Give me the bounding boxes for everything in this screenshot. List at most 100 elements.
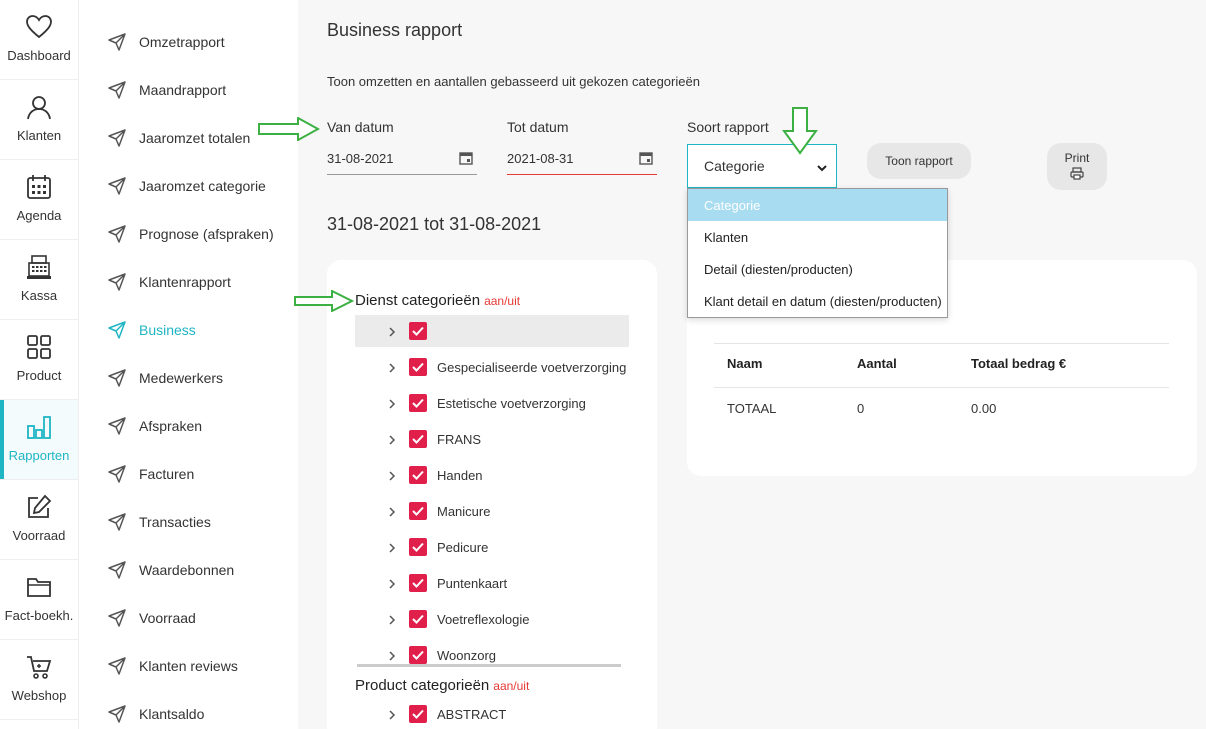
- send-icon: [107, 272, 127, 292]
- category-checkbox[interactable]: [409, 466, 427, 484]
- rail-item-webshop[interactable]: Webshop: [0, 640, 78, 720]
- send-icon: [107, 32, 127, 52]
- dropdown-option[interactable]: Klanten: [688, 221, 947, 253]
- main-nav-rail: Dashboard Klanten Agenda Kassa Product R…: [0, 0, 79, 729]
- column-header-aantal: Aantal: [857, 356, 897, 371]
- to-date-value: 2021-08-31: [507, 151, 574, 166]
- print-button[interactable]: Print: [1047, 143, 1107, 190]
- from-date-input[interactable]: 31-08-2021: [327, 143, 477, 175]
- subnav-item-facturen[interactable]: Facturen: [79, 450, 298, 498]
- category-label: Woonzorg: [437, 647, 497, 663]
- user-icon: [24, 92, 54, 122]
- reports-subnav: Omzetrapport Maandrapport Jaaromzet totale…: [79, 0, 298, 729]
- printer-icon: [1070, 166, 1084, 183]
- subnav-label: Voorraad: [139, 610, 196, 626]
- subnav-item-jaaromzet-categorie[interactable]: Jaaromzet categorie: [79, 162, 298, 210]
- rail-item-product[interactable]: Product: [0, 320, 78, 400]
- category-checkbox[interactable]: [409, 502, 427, 520]
- send-icon: [107, 176, 127, 196]
- category-row: [355, 315, 629, 347]
- category-label: Pedicure: [437, 539, 489, 555]
- chevron-right-icon[interactable]: [386, 649, 398, 661]
- category-checkbox[interactable]: [409, 574, 427, 592]
- category-checkbox[interactable]: [409, 705, 427, 723]
- subnav-item-waardebonnen[interactable]: Waardebonnen: [79, 546, 298, 594]
- subnav-item-afspraken[interactable]: Afspraken: [79, 402, 298, 450]
- send-icon: [107, 512, 127, 532]
- send-icon: [107, 464, 127, 484]
- product-categories-toggle[interactable]: aan/uit: [493, 679, 529, 693]
- subnav-item-klanten-reviews[interactable]: Klanten reviews: [79, 642, 298, 690]
- rail-item-klanten[interactable]: Klanten: [0, 80, 78, 160]
- dropdown-option[interactable]: Detail (diesten/producten): [688, 253, 947, 285]
- subnav-item-medewerkers[interactable]: Medewerkers: [79, 354, 298, 402]
- chevron-down-icon: [816, 161, 828, 173]
- calendar-icon[interactable]: [459, 151, 473, 165]
- category-checkbox[interactable]: [409, 322, 427, 340]
- category-checkbox[interactable]: [409, 430, 427, 448]
- subnav-item-omzetrapport[interactable]: Omzetrapport: [79, 18, 298, 66]
- subnav-item-klantenrapport[interactable]: Klantenrapport: [79, 258, 298, 306]
- page-description: Toon omzetten en aantallen gebasseerd ui…: [327, 74, 700, 89]
- chevron-right-icon[interactable]: [386, 325, 398, 337]
- to-date-input[interactable]: 2021-08-31: [507, 143, 657, 175]
- category-label: FRANS: [437, 431, 482, 447]
- subnav-label: Business: [139, 322, 196, 338]
- subnav-label: Klanten reviews: [139, 658, 238, 674]
- category-row: Puntenkaart: [355, 567, 629, 599]
- send-icon: [107, 704, 127, 724]
- table-cell: 0: [857, 401, 865, 416]
- rail-item-dashboard[interactable]: Dashboard: [0, 0, 78, 80]
- rail-item-rapporten[interactable]: Rapporten: [0, 400, 78, 480]
- subnav-label: Jaaromzet totalen: [139, 130, 251, 146]
- subnav-item-business[interactable]: Business: [79, 306, 298, 354]
- from-date-value: 31-08-2021: [327, 151, 394, 166]
- subnav-item-transacties[interactable]: Transacties: [79, 498, 298, 546]
- rail-item-agenda[interactable]: Agenda: [0, 160, 78, 240]
- subnav-label: Klantsaldo: [139, 706, 205, 722]
- dropdown-option[interactable]: Klant detail en datum (diesten/producten…: [688, 285, 947, 317]
- category-row: Estetische voetverzorging: [355, 387, 629, 419]
- send-icon: [107, 656, 127, 676]
- category-checkbox[interactable]: [409, 358, 427, 376]
- column-header-naam: Naam: [727, 356, 763, 371]
- chevron-right-icon[interactable]: [386, 469, 398, 481]
- category-label: Manicure: [437, 503, 491, 519]
- rail-label: Webshop: [11, 688, 67, 703]
- subnav-item-prognose-afspraken[interactable]: Prognose (afspraken): [79, 210, 298, 258]
- subnav-label: Prognose (afspraken): [139, 226, 274, 242]
- rail-item-voorraad[interactable]: Voorraad: [0, 480, 78, 560]
- chevron-right-icon[interactable]: [386, 361, 398, 373]
- chevron-right-icon[interactable]: [386, 541, 398, 553]
- subnav-label: Facturen: [139, 466, 195, 482]
- product-categories-title: Product categorieën aan/uit: [355, 677, 529, 694]
- chevron-right-icon[interactable]: [386, 433, 398, 445]
- subnav-label: Omzetrapport: [139, 34, 225, 50]
- chevron-right-icon[interactable]: [386, 577, 398, 589]
- subnav-item-maandrapport[interactable]: Maandrapport: [79, 66, 298, 114]
- report-type-value: Categorie: [704, 158, 765, 174]
- calendar-icon[interactable]: [639, 151, 653, 165]
- rail-item-kassa[interactable]: Kassa: [0, 240, 78, 320]
- category-checkbox[interactable]: [409, 610, 427, 628]
- chevron-right-icon[interactable]: [386, 505, 398, 517]
- subnav-item-voorraad[interactable]: Voorraad: [79, 594, 298, 642]
- category-label: ABSTRACT: [437, 706, 507, 722]
- category-label: Gespecialiseerde voetverzorging: [437, 359, 627, 375]
- report-type-label: Soort rapport: [687, 119, 769, 135]
- service-categories-toggle[interactable]: aan/uit: [484, 294, 520, 308]
- cart-icon: [24, 652, 54, 682]
- annotation-arrow-right: [294, 290, 354, 312]
- rail-item-fact-boekh[interactable]: Fact-boekh.: [0, 560, 78, 640]
- grid-icon: [24, 332, 54, 362]
- dropdown-option[interactable]: Categorie: [688, 189, 947, 221]
- chevron-right-icon[interactable]: [386, 397, 398, 409]
- chevron-right-icon[interactable]: [386, 613, 398, 625]
- subnav-item-klantsaldo[interactable]: Klantsaldo: [79, 690, 298, 729]
- category-checkbox[interactable]: [409, 646, 427, 664]
- category-checkbox[interactable]: [409, 394, 427, 412]
- show-report-button[interactable]: Toon rapport: [867, 143, 971, 179]
- service-categories-title: Dienst categorieën aan/uit: [355, 292, 520, 309]
- chevron-right-icon[interactable]: [386, 708, 398, 720]
- category-checkbox[interactable]: [409, 538, 427, 556]
